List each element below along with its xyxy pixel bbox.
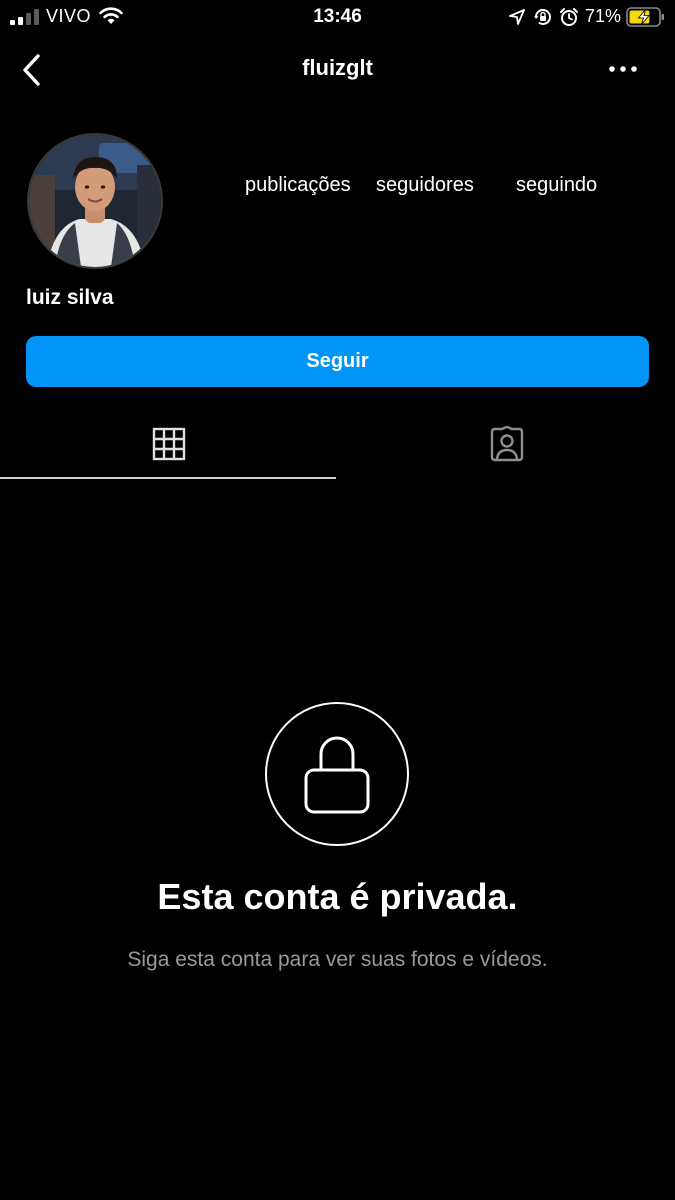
selected-tab-indicator [0,477,336,479]
profile-username: fluizglt [302,55,373,80]
following-stat-label[interactable]: seguindo [516,174,597,197]
follow-button[interactable]: Seguir [26,336,649,387]
lock-icon [304,736,370,814]
location-icon [509,9,525,25]
alarm-icon [560,8,578,26]
battery-charging-icon [626,7,664,27]
posts-stat-label[interactable]: publicações [245,174,351,197]
status-bar: VIVO 13:46 71% [0,0,675,36]
battery-percentage: 71% [585,6,622,26]
tab-posts-grid[interactable] [0,410,337,478]
private-account-subtitle: Siga esta conta para ver suas fotos e ví… [127,948,548,971]
avatar[interactable] [27,133,163,269]
tab-tagged[interactable] [338,410,675,478]
avatar-photo [29,135,161,267]
followers-stat-label[interactable]: seguidores [376,174,474,197]
private-lock-badge [265,702,409,846]
tagged-person-icon [490,426,523,462]
display-name: luiz silva [26,286,114,309]
more-options-button[interactable] [600,54,646,84]
more-horizontal-icon [609,66,637,72]
private-account-title: Esta conta é privada. [157,876,518,917]
rotation-lock-icon [534,8,551,25]
grid-icon [152,427,185,461]
